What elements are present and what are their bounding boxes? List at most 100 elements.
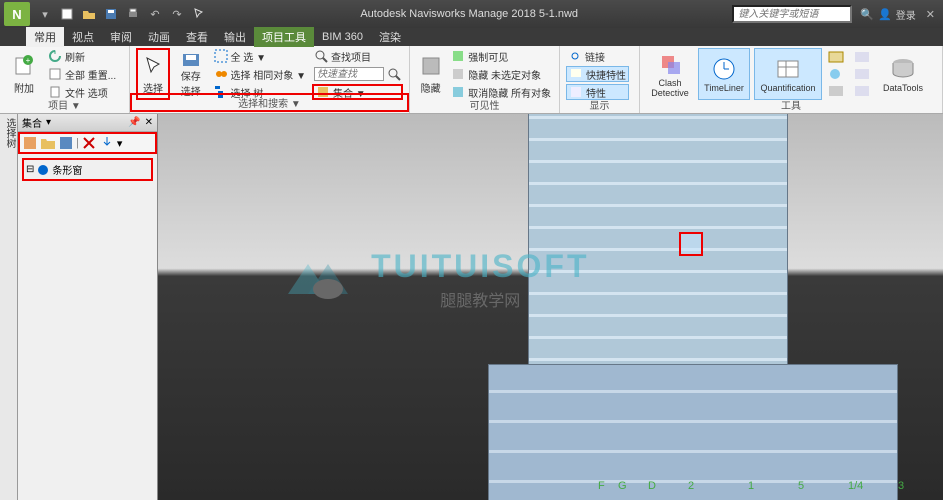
menu-bar: 常用 视点 审阅 动画 查看 输出 项目工具 BIM 360 渲染 <box>0 28 943 46</box>
panel-toolbar: | ▾ <box>18 132 157 154</box>
qat-menu[interactable]: ▾ <box>35 4 55 24</box>
quick-props-icon <box>569 67 583 81</box>
qat-undo-icon[interactable]: ↶ <box>145 4 165 24</box>
tool-icon-1[interactable] <box>826 50 848 64</box>
app-logo[interactable]: N <box>4 2 30 26</box>
tool-icon-6[interactable] <box>852 84 874 98</box>
refresh-button[interactable]: 刷新 <box>46 48 118 64</box>
grid-label: 1 <box>748 480 754 492</box>
title-bar: N ▾ ↶ ↷ Autodesk Navisworks Manage 2018 … <box>0 0 943 28</box>
clash-icon <box>656 50 684 78</box>
select-all-button[interactable]: 全 选 ▼ <box>212 48 308 64</box>
link-icon <box>568 49 582 63</box>
tree-item-bar-window[interactable]: ⊟ 条形窗 <box>22 158 153 181</box>
toolbar-delete-icon[interactable] <box>81 135 97 151</box>
grid-label: F <box>598 480 605 492</box>
save-select-icon <box>179 50 203 66</box>
search-icon[interactable] <box>387 67 401 81</box>
ribbon: + 附加 刷新 全部 重置... 文件 选项 项目 ▼ 选择 保存 选择 全 选… <box>0 46 943 114</box>
ribbon-group-select: 选择 保存 选择 全 选 ▼ 选择 相同对象 ▼ 选择 树 查找项目 集合 ▼ … <box>130 46 410 113</box>
grid-label: 5 <box>798 480 804 492</box>
links-button[interactable]: 链接 <box>566 48 629 64</box>
tree-expand-icon[interactable]: ⊟ <box>26 164 34 175</box>
hide-unselected-button[interactable]: 隐藏 未选定对象 <box>449 66 553 82</box>
panel-header: 集合 ▾ 📌 ✕ <box>18 114 157 132</box>
selected-element-highlight[interactable] <box>679 232 703 256</box>
watermark: TUITUISOFT 腿腿教学网 <box>278 244 589 314</box>
window-title: Autodesk Navisworks Manage 2018 5-1.nwd <box>210 8 728 20</box>
grid-label: D <box>648 480 656 492</box>
tab-common[interactable]: 常用 <box>26 27 64 47</box>
toolbar-new-icon[interactable] <box>22 135 38 151</box>
quantification-icon <box>774 55 802 83</box>
quick-find-input[interactable] <box>314 67 384 81</box>
workspace: 选择树 集合 ▾ 📌 ✕ | ▾ ⊟ 条形窗 <box>0 114 943 500</box>
tool-icon-2[interactable] <box>826 67 848 81</box>
panel-pin-icon[interactable]: 📌 <box>128 117 140 128</box>
timeliner-icon <box>710 55 738 83</box>
tab-animation[interactable]: 动画 <box>140 27 178 47</box>
group-label-tools: 工具 <box>640 97 942 112</box>
tool-icon-3[interactable] <box>826 84 848 98</box>
select-same-button[interactable]: 选择 相同对象 ▼ <box>212 66 308 82</box>
qat-redo-icon[interactable]: ↷ <box>167 4 187 24</box>
side-tab-select-tree[interactable]: 选择树 <box>0 114 18 500</box>
find-items-button[interactable]: 查找项目 <box>312 48 403 64</box>
tool-icon-4[interactable] <box>852 50 874 64</box>
refresh-icon <box>48 49 62 63</box>
panel-dropdown-icon[interactable]: ▾ <box>46 117 51 128</box>
timeliner-button[interactable]: TimeLiner <box>698 48 750 100</box>
select-all-icon <box>214 49 228 63</box>
tab-view[interactable]: 查看 <box>178 27 216 47</box>
clash-detective-button[interactable]: Clash Detective <box>646 48 694 100</box>
window-close-icon[interactable]: ✕ <box>926 8 935 21</box>
toolbar-folder-icon[interactable] <box>40 135 56 151</box>
tab-review[interactable]: 审阅 <box>102 27 140 47</box>
group-label-project[interactable]: 项目 ▼ <box>0 97 129 112</box>
group-label-visibility: 可见性 <box>410 97 559 112</box>
hide-icon <box>419 54 443 78</box>
group-label-display: 显示 <box>560 97 639 112</box>
append-button[interactable]: + 附加 <box>6 48 42 100</box>
viewport-3d[interactable]: F G D 2 1 5 1/4 3 TUITUISOFT 腿腿教学网 <box>158 114 943 500</box>
tab-bim360[interactable]: BIM 360 <box>314 29 371 45</box>
hide-button[interactable]: 隐藏 <box>416 48 445 100</box>
tab-project-tools[interactable]: 项目工具 <box>254 27 314 47</box>
tab-viewpoint[interactable]: 视点 <box>64 27 102 47</box>
login-icon[interactable]: 👤 <box>878 8 892 21</box>
reset-all-button[interactable]: 全部 重置... <box>46 66 118 82</box>
qat-open-icon[interactable] <box>79 4 99 24</box>
qat-new-icon[interactable] <box>57 4 77 24</box>
tab-render[interactable]: 渲染 <box>371 27 409 47</box>
panel-close-icon[interactable]: ✕ <box>145 117 153 128</box>
login-label[interactable]: 登录 <box>896 7 916 22</box>
tree-node-icon <box>37 164 49 176</box>
quick-props-button[interactable]: 快捷特性 <box>566 66 629 82</box>
ribbon-group-visibility: 隐藏 强制可见 隐藏 未选定对象 取消隐藏 所有对象 可见性 <box>410 46 560 113</box>
tab-output[interactable]: 输出 <box>216 27 254 47</box>
qat-select-icon[interactable] <box>189 4 209 24</box>
tool-icon-5[interactable] <box>852 67 874 81</box>
tree-item-label: 条形窗 <box>52 162 82 177</box>
svg-text:+: + <box>26 56 31 65</box>
select-same-icon <box>214 67 228 81</box>
watermark-title: TUITUISOFT <box>371 248 589 285</box>
ribbon-group-tools: Clash Detective TimeLiner Quantification <box>640 46 943 113</box>
keyword-search-input[interactable] <box>732 5 852 23</box>
qat-save-icon[interactable] <box>101 4 121 24</box>
toolbar-import-icon[interactable] <box>99 135 115 151</box>
force-visible-button[interactable]: 强制可见 <box>449 48 553 64</box>
ribbon-group-project: + 附加 刷新 全部 重置... 文件 选项 项目 ▼ <box>0 46 130 113</box>
toolbar-save-icon[interactable] <box>58 135 74 151</box>
quick-find-row <box>312 66 403 82</box>
watermark-logo-icon <box>278 244 358 314</box>
qat-print-icon[interactable] <box>123 4 143 24</box>
ribbon-group-display: 链接 快捷特性 特性 显示 <box>560 46 640 113</box>
quantification-button[interactable]: Quantification <box>754 48 822 100</box>
group-label-select[interactable]: 选择和搜索 ▼ <box>130 93 409 112</box>
datatools-button[interactable]: DataTools <box>878 48 928 100</box>
search-help-icon[interactable]: 🔍 <box>860 8 874 21</box>
toolbar-dropdown[interactable]: ▾ <box>117 137 123 150</box>
grid-label: 3 <box>898 480 904 492</box>
grid-label: 1/4 <box>848 480 863 492</box>
